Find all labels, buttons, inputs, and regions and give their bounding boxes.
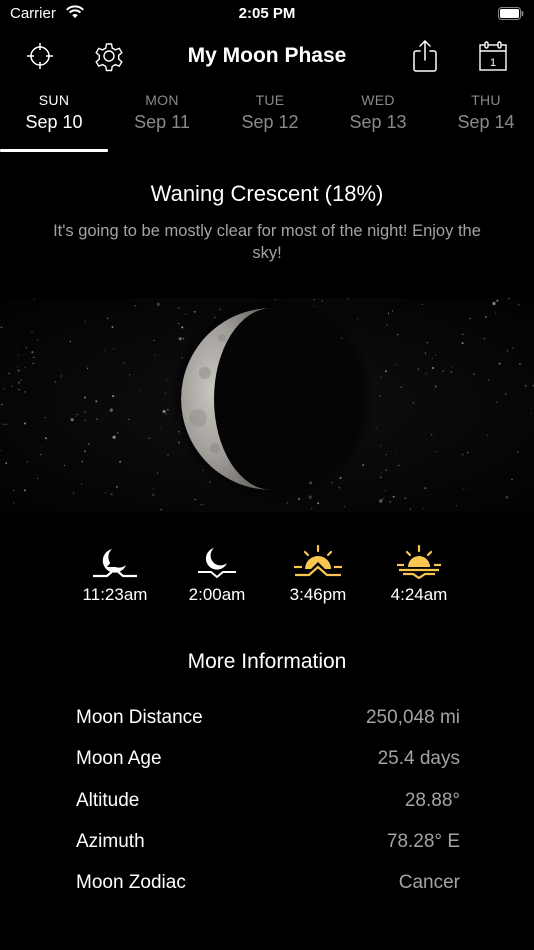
weather-description: It's going to be mostly clear for most o… bbox=[53, 222, 481, 262]
calendar-button[interactable]: 1 bbox=[475, 38, 511, 74]
active-tab-indicator bbox=[0, 149, 108, 152]
tab-day-1[interactable]: MON Sep 11 bbox=[108, 92, 216, 133]
tab-dow: THU bbox=[471, 92, 501, 108]
tab-day-3[interactable]: WED Sep 13 bbox=[324, 92, 432, 133]
tab-day-0[interactable]: SUN Sep 10 bbox=[0, 92, 108, 133]
share-icon bbox=[413, 40, 437, 72]
share-button[interactable] bbox=[407, 38, 443, 74]
battery-full-icon bbox=[498, 7, 524, 20]
event-time: 3:46pm bbox=[289, 585, 347, 604]
info-value: 250,048 mi bbox=[365, 707, 460, 728]
event-time: 11:23am bbox=[82, 585, 148, 604]
sunrise-icon bbox=[294, 545, 342, 577]
info-value: Cancer bbox=[398, 872, 460, 894]
clock: 2:05 PM bbox=[238, 5, 296, 22]
tab-date: Sep 11 bbox=[134, 112, 190, 132]
info-value: 28.88° bbox=[404, 789, 460, 811]
phase-title: Waning Crescent (18%) bbox=[150, 181, 384, 206]
event-time: 4:24am bbox=[390, 585, 448, 604]
app-title: My Moon Phase bbox=[187, 44, 347, 67]
info-label: Altitude bbox=[76, 789, 140, 811]
moon-sky-view bbox=[0, 298, 534, 512]
sunrise-event: 3:46pm bbox=[268, 545, 368, 605]
more-info-list: Moon Distance 250,048 mi Moon Age 25.4 d… bbox=[76, 705, 460, 911]
info-label: Moon Zodiac bbox=[76, 872, 186, 894]
navigation-bar: My Moon Phase 1 bbox=[0, 32, 534, 78]
info-value: 25.4 days bbox=[377, 748, 460, 770]
tab-date: Sep 10 bbox=[25, 112, 83, 132]
tab-date: Sep 13 bbox=[349, 112, 407, 132]
moonset-icon bbox=[198, 548, 236, 579]
info-row-moon-zodiac: Moon Zodiac Cancer bbox=[76, 870, 460, 911]
tab-day-2[interactable]: TUE Sep 12 bbox=[216, 92, 324, 133]
moon-image bbox=[168, 298, 376, 503]
more-info-title: More Information bbox=[187, 650, 347, 673]
status-bar: Carrier 2:05 PM bbox=[0, 0, 534, 28]
info-label: Moon Distance bbox=[76, 707, 203, 728]
event-time: 2:00am bbox=[188, 585, 246, 604]
tab-date: Sep 12 bbox=[241, 112, 299, 132]
calendar-badge: 1 bbox=[490, 57, 496, 69]
info-label: Moon Age bbox=[76, 748, 162, 770]
info-row-moon-age: Moon Age 25.4 days bbox=[76, 746, 460, 787]
moonrise-icon bbox=[93, 549, 137, 578]
info-row-azimuth: Azimuth 78.28° E bbox=[76, 829, 460, 870]
moonrise-event: 11:23am bbox=[65, 545, 165, 605]
info-label: Azimuth bbox=[76, 830, 145, 852]
tab-dow: MON bbox=[145, 92, 179, 108]
tab-dow: WED bbox=[361, 92, 395, 108]
info-value: 78.28° E bbox=[386, 830, 460, 852]
info-row-altitude: Altitude 28.88° bbox=[76, 788, 460, 829]
calendar-icon: 1 bbox=[479, 41, 507, 71]
info-row-moon-distance: Moon Distance 250,048 mi bbox=[76, 705, 460, 746]
tab-dow: SUN bbox=[38, 92, 70, 108]
sunset-event: 4:24am bbox=[369, 545, 469, 605]
sunset-icon bbox=[397, 545, 441, 579]
tab-dow: TUE bbox=[255, 92, 285, 108]
tab-date: Sep 14 bbox=[457, 112, 515, 132]
moonset-event: 2:00am bbox=[167, 545, 267, 605]
tab-day-4[interactable]: THU Sep 14 bbox=[432, 92, 534, 133]
day-tabs: SUN Sep 10 MON Sep 11 TUE Sep 12 WED Sep… bbox=[0, 92, 534, 154]
